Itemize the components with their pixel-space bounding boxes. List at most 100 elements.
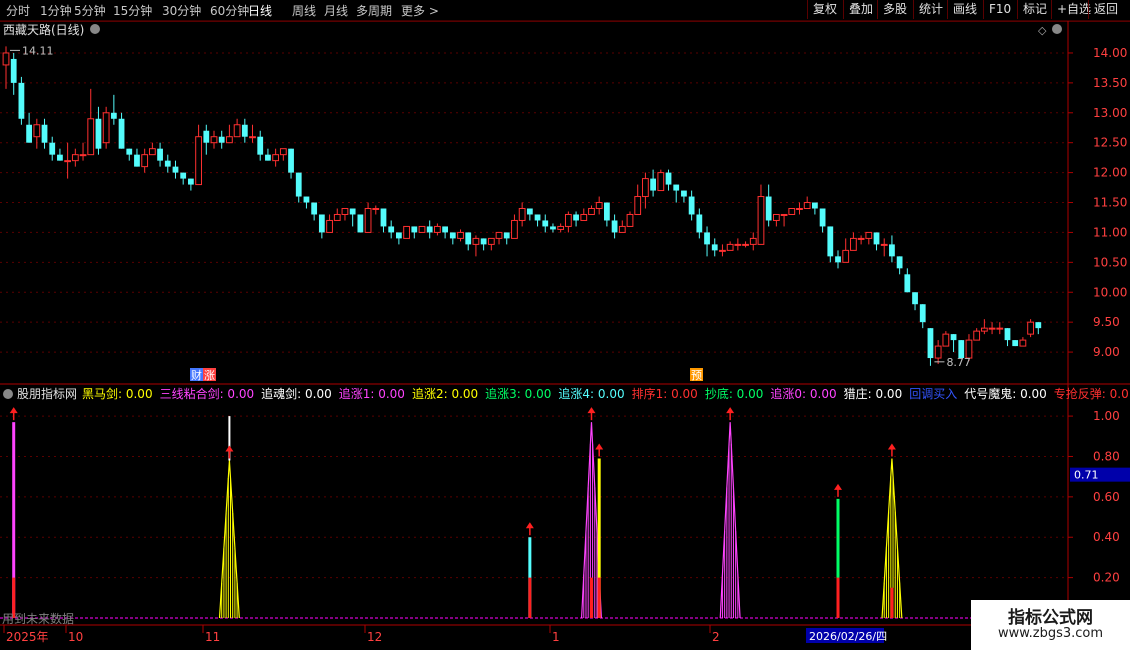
candle-body-up — [279, 148, 287, 156]
candle-body-down — [241, 124, 248, 137]
candle-body-up — [71, 154, 79, 162]
candle-body-down — [357, 214, 364, 233]
chart-area[interactable]: 14.0013.5013.0012.5012.0011.5011.0010.50… — [0, 21, 1130, 650]
candle-body-down — [380, 208, 387, 227]
candle-body-down — [765, 196, 772, 221]
top-toolbar: 分时 1分钟 5分钟 15分钟 30分钟 60分钟 日线 周线 月线 多周期 更多 > 复权 叠加 多股统… — [0, 0, 1130, 21]
toolbar-button-2[interactable]: 多股 — [877, 0, 912, 19]
toolbar-button-4[interactable]: 画线 — [947, 0, 982, 19]
candle-body-up — [564, 213, 572, 227]
candle-body-down — [835, 256, 841, 263]
candle-body-down — [49, 142, 56, 155]
candlestick-series — [2, 46, 1042, 366]
signal-arrow-head — [225, 445, 234, 452]
indicator-tick-label: 1.00 — [1093, 409, 1120, 423]
candle-body-down — [172, 166, 179, 173]
candle-body-down — [265, 154, 271, 161]
candle-body-up — [757, 196, 765, 245]
legend-item-1: 三线粘合剑: 0.00 — [160, 386, 255, 401]
candle-body-down — [1035, 322, 1042, 329]
period-6[interactable]: 日线 — [248, 2, 272, 19]
signal-arrow-head — [595, 443, 604, 450]
candle-body-down — [426, 226, 433, 233]
toolbar-button-6[interactable]: 标记 — [1017, 0, 1052, 19]
candle-body-down — [257, 136, 264, 155]
high-price-label: 14.11 — [22, 44, 54, 57]
cursor-date-label: 2026/02/26/四 — [809, 630, 887, 643]
candle-body-up — [364, 208, 372, 233]
signal-spike — [719, 422, 741, 619]
toolbar-button-5[interactable]: F10 — [983, 0, 1016, 19]
price-tick-label: 13.50 — [1093, 76, 1127, 90]
legend-item-4: 追涨2: 0.00 — [412, 386, 478, 401]
candle-body-up — [210, 136, 218, 144]
candle-body-up — [1027, 321, 1034, 335]
candle-body-up — [511, 219, 518, 239]
candle-body-down — [26, 124, 32, 143]
candle-body-down — [526, 208, 533, 215]
marker-label-0: 财 — [191, 368, 202, 382]
candle-body-up — [472, 237, 480, 245]
legend-item-8: 抄底: 0.00 — [705, 386, 764, 401]
signal-base — [597, 577, 601, 618]
toolbar-button-8[interactable]: 返回 — [1088, 0, 1123, 19]
candle-body-up — [780, 213, 788, 216]
candle-body-up — [418, 225, 426, 233]
indicator-settings-icon — [3, 389, 13, 399]
candle-body-down — [919, 304, 926, 323]
toolbar-button-3[interactable]: 统计 — [913, 0, 948, 19]
candle-body-down — [819, 208, 826, 227]
period-0[interactable]: 分时 — [6, 2, 30, 19]
period-1[interactable]: 1分钟 — [40, 2, 72, 19]
candle-body-down — [912, 292, 918, 305]
legend-item-3: 追涨1: 0.00 — [339, 386, 405, 401]
toolbar-button-1[interactable]: 叠加 — [843, 0, 878, 19]
period-3[interactable]: 15分钟 — [113, 2, 152, 19]
signal-arrow-head — [726, 407, 735, 414]
candle-body-down — [295, 172, 302, 197]
period-2[interactable]: 5分钟 — [74, 2, 106, 19]
watermark-url: www.zbgs3.com — [997, 626, 1104, 641]
period-4[interactable]: 30分钟 — [162, 2, 201, 19]
watermark-title: 指标公式网 — [1008, 608, 1093, 628]
price-tick-label: 9.50 — [1093, 315, 1120, 329]
candle-body-up — [249, 136, 256, 139]
period-5[interactable]: 60分钟 — [210, 2, 249, 19]
marker-label-2: 预 — [691, 369, 702, 382]
candle-body-down — [873, 232, 880, 245]
candle-body-up — [64, 160, 72, 163]
period-10[interactable]: 更多 > — [401, 2, 439, 19]
signal-arrow-head — [587, 407, 596, 414]
current-value-label: 0.71 — [1074, 469, 1099, 482]
candle-body-down — [704, 232, 710, 245]
signal-arrow-head — [887, 443, 896, 450]
indicator-tick-label: 0.20 — [1093, 571, 1120, 585]
time-label-3: 12 — [367, 630, 382, 644]
candle-body-down — [10, 58, 17, 83]
candle-body-up — [457, 231, 464, 239]
period-8[interactable]: 月线 — [324, 2, 348, 19]
candle-body-down — [573, 214, 579, 221]
period-9[interactable]: 多周期 — [356, 2, 392, 19]
candle-body-down — [188, 178, 194, 185]
toolbar-button-0[interactable]: 复权 — [807, 0, 842, 19]
candle-body-down — [827, 226, 834, 257]
signal-arrow-head — [834, 483, 842, 490]
price-tick-label: 11.50 — [1093, 196, 1127, 210]
candle-body-down — [442, 226, 448, 233]
candle-body-up — [595, 202, 603, 209]
period-7[interactable]: 周线 — [292, 2, 316, 19]
time-label-0: 2025年 — [6, 630, 49, 644]
candle-body-up — [634, 196, 642, 215]
candle-body-up — [372, 208, 380, 210]
candle-body-down — [927, 328, 934, 359]
candle-body-up — [850, 237, 857, 251]
candle-body-up — [272, 154, 280, 162]
watermark: 指标公式网 www.zbgs3.com — [971, 600, 1130, 650]
candle-body-up — [2, 52, 10, 66]
candle-body-down — [95, 118, 102, 149]
signal-spike — [218, 460, 240, 619]
indicator-signals — [9, 407, 903, 619]
candle-body-up — [102, 112, 110, 144]
candle-body-down — [542, 220, 549, 227]
